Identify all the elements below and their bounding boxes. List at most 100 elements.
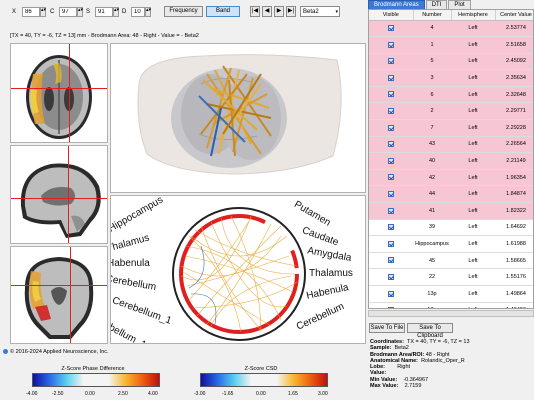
d-coordinate-input[interactable] [131, 7, 145, 17]
visible-checkbox[interactable] [388, 157, 394, 164]
table-horizontal-scrollbar[interactable] [368, 310, 534, 317]
visible-cell[interactable] [369, 119, 413, 137]
frequency-button[interactable]: Frequency [164, 6, 203, 17]
3d-brain-view[interactable] [110, 43, 366, 193]
column-header-hemisphere[interactable]: Hemisphere [451, 10, 496, 21]
center-value-cell: 1.84874 [495, 185, 533, 204]
band-select[interactable]: Beta2 ▾ [300, 6, 340, 17]
colorbar-tick: 4.00 [148, 391, 158, 397]
visible-checkbox[interactable] [388, 224, 394, 231]
visible-cell[interactable] [369, 219, 413, 237]
visible-cell[interactable] [369, 285, 413, 303]
visible-cell[interactable] [369, 136, 413, 154]
visible-checkbox[interactable] [388, 273, 394, 280]
save-to-file-button[interactable]: Save To File [369, 323, 405, 333]
visible-checkbox[interactable] [388, 257, 394, 264]
visible-cell[interactable] [369, 86, 413, 104]
table-row[interactable]: 4 Left 2.53774 [369, 20, 533, 38]
coronal-slice-image [11, 247, 107, 343]
tab-plot[interactable]: Plot [448, 0, 471, 9]
s-spinner[interactable]: ▴▾ [113, 7, 119, 17]
table-row[interactable]: 7 Left 2.29228 [369, 119, 533, 137]
column-header-number[interactable]: Number [413, 10, 452, 21]
center-value-cell: 2.21149 [495, 152, 533, 170]
c-coordinate-input[interactable] [59, 7, 77, 17]
band-button[interactable]: Band [206, 6, 240, 17]
csd-colorbar [200, 373, 328, 387]
number-cell: 5 [413, 53, 451, 71]
table-row[interactable]: 43 Left 2.26564 [369, 136, 533, 154]
visible-checkbox[interactable] [388, 141, 394, 148]
visible-cell[interactable] [369, 235, 413, 253]
visible-checkbox[interactable] [388, 41, 394, 48]
visible-checkbox[interactable] [388, 124, 394, 131]
visible-checkbox[interactable] [388, 58, 394, 65]
table-row[interactable]: Hippocampus Left 1.61988 [369, 235, 533, 253]
x-coordinate-input[interactable] [22, 7, 40, 17]
table-row[interactable]: 13p Left 1.49864 [369, 285, 533, 303]
company-logo-icon [3, 349, 8, 354]
visible-checkbox[interactable] [388, 240, 394, 247]
table-row[interactable]: 41 Left 1.82322 [369, 202, 533, 220]
d-spinner[interactable]: ▴▾ [145, 7, 151, 17]
previous-band-button[interactable]: ◀ [262, 6, 272, 17]
visible-cell[interactable] [369, 69, 413, 87]
axial-slice-view[interactable] [10, 43, 108, 143]
table-row[interactable]: 6 Left 2.32648 [369, 86, 533, 104]
coronal-crosshair-vertical [70, 247, 71, 343]
visible-cell[interactable] [369, 53, 413, 71]
visible-cell[interactable] [369, 102, 413, 121]
tab-dti[interactable]: DTI [425, 0, 448, 9]
table-row[interactable]: 42 Left 1.96354 [369, 169, 533, 187]
visible-checkbox[interactable] [388, 307, 394, 308]
center-value-cell: 1.64692 [495, 219, 533, 237]
connectivity-circle-view[interactable]: Hippocampus Thalamus Habenula Cerebellum… [110, 195, 366, 344]
visible-checkbox[interactable] [388, 108, 394, 115]
visible-checkbox[interactable] [388, 290, 394, 297]
visible-cell[interactable] [369, 302, 413, 308]
table-row[interactable]: 13aLeft1.49496 [369, 302, 533, 308]
visible-cell[interactable] [369, 20, 413, 38]
brodmann-table-container[interactable]: Visible Number Hemisphere Center Value 4… [368, 9, 534, 309]
number-cell: 39 [413, 219, 451, 237]
visible-cell[interactable] [369, 152, 413, 170]
visible-cell[interactable] [369, 185, 413, 204]
table-row[interactable]: 1 Left 2.51658 [369, 36, 533, 54]
table-row[interactable]: 22 Left 1.55176 [369, 268, 533, 286]
sagittal-slice-image [11, 146, 107, 243]
coronal-slice-view[interactable] [10, 246, 108, 344]
visible-cell[interactable] [369, 252, 413, 270]
visible-cell[interactable] [369, 36, 413, 54]
column-header-center-value[interactable]: Center Value [495, 10, 533, 21]
hemisphere-cell: Left [451, 302, 495, 308]
next-band-button[interactable]: ▶ [274, 6, 284, 17]
last-band-button[interactable]: ▶| [286, 6, 296, 17]
visible-cell[interactable] [369, 169, 413, 187]
visible-cell[interactable] [369, 202, 413, 220]
center-value-cell: 1.82322 [495, 202, 533, 220]
s-coordinate-input[interactable] [95, 7, 113, 17]
x-spinner[interactable]: ▴▾ [40, 7, 46, 17]
visible-checkbox[interactable] [388, 207, 394, 214]
save-to-clipboard-button[interactable]: Save To Clipboard [407, 323, 453, 339]
table-row[interactable]: 2 Left 2.29771 [369, 102, 533, 121]
table-row[interactable]: 3 Left 2.35634 [369, 69, 533, 87]
first-band-button[interactable]: |◀ [250, 6, 260, 17]
table-row[interactable]: 45 Left 1.58665 [369, 252, 533, 270]
table-row[interactable]: 39 Left 1.64692 [369, 219, 533, 237]
visible-checkbox[interactable] [388, 174, 394, 181]
tab-brodmann-areas[interactable]: Brodmann Areas [368, 0, 425, 9]
visible-checkbox[interactable] [388, 25, 394, 32]
table-row[interactable]: 40 Left 2.21149 [369, 152, 533, 170]
c-spinner[interactable]: ▴▾ [77, 7, 83, 17]
connectivity-circle-plot: Hippocampus Thalamus Habenula Cerebellum… [111, 196, 365, 343]
table-row[interactable]: 44 Left 1.84874 [369, 185, 533, 204]
table-row[interactable]: 5 Left 2.45092 [369, 53, 533, 71]
visible-checkbox[interactable] [388, 191, 394, 197]
number-cell: 3 [413, 69, 451, 87]
visible-checkbox[interactable] [388, 74, 394, 81]
visible-checkbox[interactable] [388, 91, 394, 98]
visible-cell[interactable] [369, 268, 413, 286]
column-header-visible[interactable]: Visible [369, 10, 414, 21]
sagittal-slice-view[interactable] [10, 145, 108, 244]
